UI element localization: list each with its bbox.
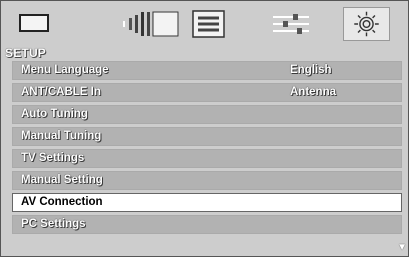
setup-menu-list: Menu Language English ANT/CABLE In Anten… — [12, 61, 402, 237]
menu-item-label: AV Connection — [21, 196, 103, 208]
menu-category-bar — [1, 1, 408, 47]
menu-item-ant-cable-in[interactable]: ANT/CABLE In Antenna — [12, 83, 402, 102]
menu-item-auto-tuning[interactable]: Auto Tuning — [12, 105, 402, 124]
menu-item-value: English — [290, 64, 332, 76]
menu-item-label: Manual Tuning — [21, 130, 102, 142]
channel-icon[interactable] — [191, 9, 226, 39]
setup-gear-icon[interactable] — [343, 7, 390, 41]
menu-item-pc-settings[interactable]: PC Settings — [12, 215, 402, 234]
sound-icon[interactable] — [121, 9, 181, 39]
menu-item-menu-language[interactable]: Menu Language English — [12, 61, 402, 80]
features-icon[interactable] — [271, 9, 311, 39]
menu-item-label: TV Settings — [21, 152, 85, 164]
picture-icon[interactable] — [19, 14, 49, 32]
menu-item-label: PC Settings — [21, 218, 86, 230]
menu-item-label: ANT/CABLE In — [21, 86, 101, 98]
menu-item-manual-tuning[interactable]: Manual Tuning — [12, 127, 402, 146]
down-arrow-icon[interactable]: ▼ — [397, 242, 407, 253]
menu-item-tv-settings[interactable]: TV Settings — [12, 149, 402, 168]
menu-item-label: Auto Tuning — [21, 108, 88, 120]
menu-item-value: Antenna — [290, 86, 336, 98]
menu-item-label: Manual Setting — [21, 174, 103, 186]
tv-menu-screen: SETUP Menu Language English ANT/CABLE In… — [0, 0, 409, 257]
menu-item-av-connection[interactable]: AV Connection — [12, 193, 402, 212]
menu-item-label: Menu Language — [21, 64, 109, 76]
menu-title: SETUP — [5, 46, 47, 60]
menu-item-manual-setting[interactable]: Manual Setting — [12, 171, 402, 190]
